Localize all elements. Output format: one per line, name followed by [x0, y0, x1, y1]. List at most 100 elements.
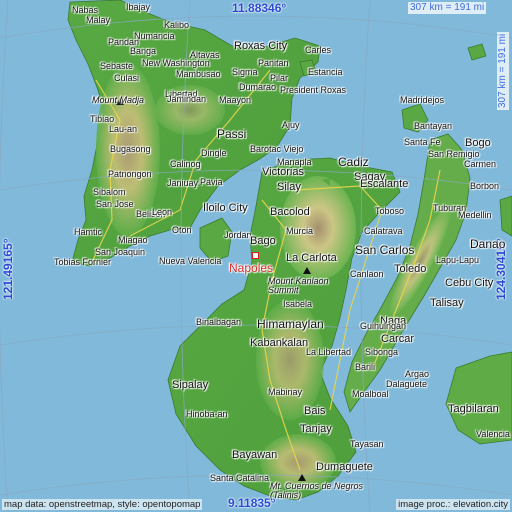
place-label: Bayawan: [232, 449, 278, 461]
place-label: Bugasong: [110, 144, 151, 154]
place-label: Dumarao: [239, 82, 277, 92]
place-label: Nueva Valencia: [159, 256, 222, 266]
place-label: Moalboal: [352, 389, 389, 399]
place-label: Bantayan: [414, 121, 453, 131]
place-label: Tibiao: [90, 114, 115, 124]
place-label: Medellin: [458, 210, 492, 220]
place-label: Iloilo City: [203, 202, 248, 214]
place-label: Himamaylan: [257, 317, 324, 331]
place-label: Malay: [86, 15, 111, 25]
place-label: Calatrava: [364, 226, 403, 236]
place-label: Dingle: [201, 148, 227, 158]
place-label: Passi: [217, 127, 247, 141]
place-label: Canlaon: [350, 269, 384, 279]
place-label: Victorias: [262, 166, 304, 178]
place-label: Altavas: [190, 50, 220, 60]
place-label: Lapu-Lapu: [436, 255, 480, 265]
place-label: Tagbilaran: [448, 403, 499, 415]
place-label: Silay: [277, 181, 301, 193]
place-label: Cebu City: [445, 277, 494, 289]
place-label: Carles: [305, 45, 332, 55]
place-label: San Joaquin: [95, 247, 146, 257]
place-label: Toledo: [394, 263, 427, 275]
place-label: Mambusao: [176, 69, 221, 79]
place-label: Argao: [405, 369, 430, 379]
place-label: Patnongon: [108, 169, 152, 179]
topographic-map[interactable]: 11.88346° 9.11835° 121.49165° 124.30415°…: [0, 0, 512, 512]
place-label: Bogo: [465, 137, 491, 149]
target-place-label[interactable]: Napoles: [229, 262, 273, 274]
peak-label: Mt. Cuernos de Negros (Talinis): [270, 481, 364, 500]
horizontal-scale-label: 307 km = 191 mi: [408, 2, 487, 14]
place-label: Santa Fe: [404, 137, 441, 147]
vertical-scale-label: 307 km = 191 mi: [497, 31, 509, 110]
mountain-peak-icon: [303, 267, 311, 274]
place-label: Miagao: [118, 235, 148, 245]
place-label: Murcia: [286, 226, 314, 236]
place-label: Danao: [470, 237, 506, 251]
place-label: Guihulngan: [360, 321, 407, 331]
place-label: Bago: [250, 235, 276, 247]
place-label: Oton: [172, 225, 192, 235]
place-label: Madridejos: [400, 95, 445, 105]
place-label: Pavia: [200, 177, 223, 187]
map-credit-left: map data: openstreetmap, style: opentopo…: [2, 499, 203, 510]
place-label: Toboso: [375, 206, 405, 216]
place-label: Sebaste: [100, 61, 134, 71]
place-label: San Jose: [96, 199, 134, 209]
place-label: Talisay: [430, 297, 464, 309]
place-label: Sibonga: [365, 347, 399, 357]
place-label: Carmen: [464, 159, 497, 169]
place-label: San Remigio: [428, 149, 480, 159]
place-label: Barotac Viejo: [250, 144, 304, 154]
place-label: La Carlota: [286, 252, 337, 264]
place-label: Mabinay: [268, 387, 303, 397]
place-label: Santa Catalina: [210, 473, 270, 483]
place-label: Leon: [152, 207, 173, 217]
place-label: Janiuay: [167, 178, 199, 188]
place-label: Pandan: [108, 37, 140, 47]
place-label: Barili: [355, 362, 376, 372]
place-label: Jordan: [224, 230, 252, 240]
place-label: Maayon: [219, 95, 252, 105]
place-label: Carcar: [381, 333, 415, 345]
place-label: Jamindan: [167, 94, 207, 104]
mountain-peak-icon: [298, 474, 306, 481]
place-label: Tobias Fornier: [54, 257, 112, 267]
place-label: Panitan: [258, 58, 289, 68]
place-label: La Libertad: [306, 347, 352, 357]
place-label: President Roxas: [280, 85, 347, 95]
place-label: Valencia: [476, 429, 510, 439]
peak-label: Mount Kanlaon Summit: [268, 276, 329, 295]
place-label: Lau-an: [109, 124, 138, 134]
peak-label: Mount Madja: [92, 95, 145, 105]
place-label: Calinog: [170, 159, 201, 169]
place-label: Kalibo: [164, 20, 190, 30]
place-label: Culasi: [114, 73, 140, 83]
place-label: Sibalom: [93, 187, 126, 197]
place-label: Dumaguete: [316, 461, 373, 473]
place-label: Dalaguete: [386, 379, 428, 389]
place-label: Nabas: [72, 5, 99, 15]
place-label: Sipalay: [172, 379, 209, 391]
place-label: Roxas City: [234, 40, 288, 52]
place-label: Banga: [130, 46, 157, 56]
place-label: Binalbagan: [196, 317, 242, 327]
place-label: Numancia: [134, 31, 175, 41]
camotes-edge: [499, 195, 512, 237]
target-location-marker[interactable]: [252, 252, 259, 259]
place-label: Escalante: [360, 178, 409, 190]
place-label: Estancia: [308, 67, 343, 77]
place-label: Cadiz: [338, 155, 369, 169]
place-label: Bais: [304, 405, 326, 417]
map-credit-right: image proc.: elevation.city: [396, 499, 510, 510]
place-label: Isabela: [283, 299, 313, 309]
place-label: Borbon: [470, 181, 500, 191]
place-label: Tayasan: [350, 439, 384, 449]
place-label: San Carlos: [355, 243, 415, 257]
latitude-top-label: 11.88346°: [232, 1, 287, 15]
place-label: Kabankalan: [250, 337, 309, 349]
place-label: Bacolod: [270, 206, 310, 218]
latitude-bottom-label: 9.11835°: [228, 496, 276, 510]
place-label: Sigma: [232, 67, 258, 77]
